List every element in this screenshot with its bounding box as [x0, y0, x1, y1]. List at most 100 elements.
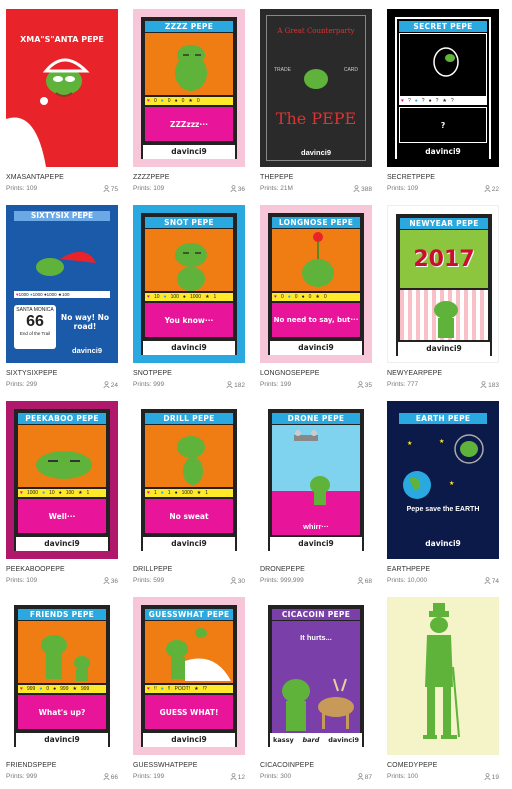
- card-art[interactable]: CICACOIN PEPE It hurts... kassy bard dav…: [260, 597, 372, 755]
- card-name[interactable]: FRIENDSPEPE: [6, 762, 57, 769]
- card-item[interactable]: XMA"S"ANTA PEPE XMASANTAPEPE Prints: 109…: [6, 9, 118, 199]
- card-art[interactable]: FRIENDS PEPE ♥ 999 ● 0 ● 999 ★ 999 What's up? d…: [6, 597, 118, 755]
- card-art[interactable]: [387, 597, 499, 755]
- card-item[interactable]: COMEDYPEPE Prints: 100 19: [387, 597, 499, 787]
- card-owners: 182: [226, 381, 245, 389]
- user-icon: [103, 773, 110, 781]
- card-item[interactable]: DRONE PEPE whirr··· davinci9 DRONEPEPE P…: [260, 401, 372, 591]
- card-footer: davinci9: [143, 537, 235, 551]
- card-art[interactable]: EARTH PEPE ★ ★ ★ Pepe save the EARTH davin…: [387, 401, 499, 559]
- card-name[interactable]: COMEDYPEPE: [387, 762, 437, 769]
- card-item[interactable]: A Great Counterparty TRADE CARD The PEPE…: [260, 9, 372, 199]
- card-owners: 388: [353, 185, 372, 193]
- user-icon: [357, 773, 364, 781]
- card-name[interactable]: EARTHPEPE: [387, 566, 430, 573]
- card-owners: 35: [357, 381, 372, 389]
- card-item[interactable]: NEWYEAR PEPE 2017 davinci9 NEWYEARPEPE P…: [387, 205, 499, 395]
- user-icon: [357, 381, 364, 389]
- card-item[interactable]: PEEKABOO PEPE ♥ 1000 ● 10 ● 100 ★ 1 Well··· dav…: [6, 401, 118, 591]
- card-desc: ?: [399, 107, 487, 143]
- card-name[interactable]: DRONEPEPE: [260, 566, 305, 573]
- card-item[interactable]: ZZZZ PEPE ♥ 0 ● 0 ● 0 ★ 0 ZZZzzz··· davinci9 ZZ…: [133, 9, 245, 199]
- card-art[interactable]: GUESSWHAT PEPE ♥!! ●!! POOT! ★!? GUESS WHAT…: [133, 597, 245, 755]
- card-desc: No need to say, but···: [272, 303, 360, 337]
- card-art[interactable]: LONGNOSE PEPE ♥ 0 ● 0 ● 0 ★ 0 No need to say, b…: [260, 205, 372, 363]
- card-footer: davinci9: [71, 346, 102, 355]
- user-icon: [103, 577, 110, 585]
- credit-bard: bard: [302, 736, 320, 744]
- card-item[interactable]: FRIENDS PEPE ♥ 999 ● 0 ● 999 ★ 999 What's up? d…: [6, 597, 118, 787]
- card-name[interactable]: DRILLPEPE: [133, 566, 172, 573]
- user-icon: [357, 577, 364, 585]
- card-item[interactable]: SNOT PEPE ♥ 10 ● 100 ● 1000 ★ 1 You know··· dav…: [133, 205, 245, 395]
- card-item[interactable]: CICACOIN PEPE It hurts... kassy bard dav…: [260, 597, 372, 787]
- frog-icon: [434, 301, 458, 338]
- card-art[interactable]: SECRET PEPE ♥? ●? ●? ★? ? davinci9: [387, 9, 499, 167]
- card-stats: ♥1000 ●1000 ●1000 ★100: [14, 291, 110, 298]
- card-item[interactable]: GUESSWHAT PEPE ♥!! ●!! POOT! ★!? GUESS WHAT…: [133, 597, 245, 787]
- svg-text:★: ★: [407, 440, 412, 447]
- card-art[interactable]: PEEKABOO PEPE ♥ 1000 ● 10 ● 100 ★ 1 Well··· dav…: [6, 401, 118, 559]
- card-art[interactable]: ZZZZ PEPE ♥ 0 ● 0 ● 0 ★ 0 ZZZzzz··· davinci9: [133, 9, 245, 167]
- frog-icon: [177, 436, 205, 485]
- card-art-title: ZZZZ PEPE: [145, 21, 233, 32]
- card-owners: 22: [484, 185, 499, 193]
- card-footer: davinci9: [397, 537, 489, 551]
- card-art-title: PEEKABOO PEPE: [18, 413, 106, 424]
- card-art[interactable]: DRILL PEPE ♥ 1 ● 1 ● 1000 ★ 1 No sweat davinci9: [133, 401, 245, 559]
- card-desc: No way! No road!: [60, 313, 110, 331]
- card-footer: davinci9: [143, 341, 235, 355]
- card-name[interactable]: THEPEPE: [260, 174, 293, 181]
- card-name[interactable]: GUESSWHATPEPE: [133, 762, 198, 769]
- card-name[interactable]: SECRETPEPE: [387, 174, 435, 181]
- card-art[interactable]: XMA"S"ANTA PEPE: [6, 9, 118, 167]
- card-item[interactable]: DRILL PEPE ♥ 1 ● 1 ● 1000 ★ 1 No sweat davinci9…: [133, 401, 245, 591]
- card-name[interactable]: XMASANTAPEPE: [6, 174, 64, 181]
- card-art[interactable]: SNOT PEPE ♥ 10 ● 100 ● 1000 ★ 1 You know··· dav…: [133, 205, 245, 363]
- comedy-frog-silhouette-icon: [423, 603, 460, 739]
- card-art[interactable]: A Great Counterparty TRADE CARD The PEPE…: [260, 9, 372, 167]
- card-name[interactable]: PEEKABOOPEPE: [6, 566, 65, 573]
- card-art[interactable]: NEWYEAR PEPE 2017 davinci9: [387, 205, 499, 363]
- card-owners: 30: [230, 577, 245, 585]
- sign-bottom: End of the Trail: [19, 331, 51, 336]
- card-art-title: CICACOIN PEPE: [272, 609, 360, 620]
- card-owners: 36: [230, 185, 245, 193]
- frog-icon: [304, 69, 328, 89]
- card-stats: ♥ 0 ● 0 ● 0 ★ 0: [145, 97, 233, 105]
- card-item[interactable]: SECRET PEPE ♥? ●? ●? ★? ? davinci9 SECRETPE…: [387, 9, 499, 199]
- card-stats: ♥ 999 ● 0 ● 999 ★ 999: [18, 685, 106, 693]
- year-text: 2017: [413, 246, 475, 272]
- earth-icon: ★ ★ ★: [403, 434, 484, 499]
- card-item[interactable]: EARTH PEPE ★ ★ ★ Pepe save the EARTH davin…: [387, 401, 499, 591]
- card-prints: Prints: 599: [133, 577, 165, 584]
- card-art[interactable]: SIXTYSIX PEPE ♥1000 ●1000 ●1000 ★100 SAN…: [6, 205, 118, 363]
- user-icon: [230, 577, 237, 585]
- card-prints: Prints: 109: [387, 185, 419, 192]
- card-item[interactable]: LONGNOSE PEPE ♥ 0 ● 0 ● 0 ★ 0 No need to say, b…: [260, 205, 372, 395]
- user-icon: [226, 381, 233, 389]
- frog-peek-icon: [36, 451, 92, 479]
- user-icon: [353, 185, 360, 193]
- card-desc: whirr···: [303, 522, 329, 531]
- frog-icon: [175, 243, 207, 291]
- card-stats: ♥ 0 ● 0 ● 0 ★ 0: [272, 293, 360, 301]
- card-art[interactable]: DRONE PEPE whirr··· davinci9: [260, 401, 372, 559]
- card-name[interactable]: SNOTPEPE: [133, 370, 172, 377]
- card-name[interactable]: NEWYEARPEPE: [387, 370, 442, 377]
- card-prints: Prints: 199: [133, 773, 165, 780]
- card-stats: ♥ 1000 ● 10 ● 100 ★ 1: [18, 489, 106, 497]
- card-stats: ♥? ●? ●? ★?: [399, 97, 487, 105]
- card-prints: Prints: 109: [133, 185, 165, 192]
- card-desc: Well···: [18, 499, 106, 533]
- sign-number: 66: [26, 313, 44, 330]
- user-icon: [480, 381, 487, 389]
- credit-kassy: kassy: [273, 736, 294, 744]
- card-item[interactable]: SIXTYSIX PEPE ♥1000 ●1000 ●1000 ★100 SAN…: [6, 205, 118, 395]
- card-owners: 19: [484, 773, 499, 781]
- card-name[interactable]: CICACOINPEPE: [260, 762, 314, 769]
- card-name[interactable]: ZZZZPEPE: [133, 174, 170, 181]
- card-name[interactable]: LONGNOSEPEPE: [260, 370, 320, 377]
- card-art-title: SECRET PEPE: [399, 21, 487, 32]
- card-name[interactable]: SIXTYSIXPEPE: [6, 370, 57, 377]
